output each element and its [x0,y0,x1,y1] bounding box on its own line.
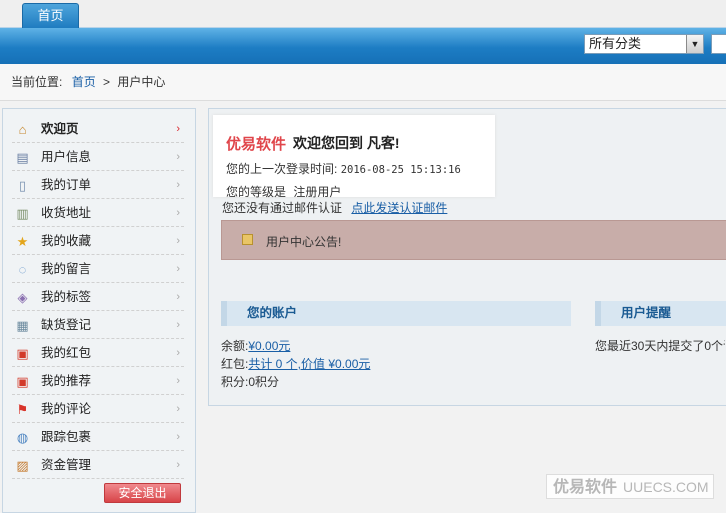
email-note-text: 您还没有通过邮件认证 [222,201,343,215]
chevron-right-icon: › [176,263,180,275]
watermark-domain: UUECS.COM [623,479,709,495]
points-label: 积分: [221,375,249,389]
home-icon: ⌂ [18,122,27,137]
tag-icon: ◈ [17,290,28,305]
sidebar-item-label: 资金管理 [41,458,92,472]
chevron-right-icon: › [176,319,180,331]
watermark-brand: 优易软件 [553,479,618,496]
chevron-right-icon: › [176,403,180,415]
notice-text: 用户中心公告! [266,235,342,249]
flag-icon: ⚑ [16,402,29,417]
sidebar-item-label: 我的红包 [41,346,92,360]
sidebar-item-label: 欢迎页 [41,122,79,136]
notice-box: 用户中心公告! [221,220,726,260]
sidebar-item-welcome[interactable]: ⌂ 欢迎页 › [12,116,184,143]
chevron-right-icon: › [176,179,180,191]
sidebar-item-track-package[interactable]: ◍ 跟踪包裹 › [12,424,184,451]
sidebar-item-label: 我的推荐 [41,374,92,388]
sidebar: ⌂ 欢迎页 › ▤ 用户信息 › ▯ 我的订单 › ▥ 收货地址 › ★ 我的收… [2,108,196,513]
notice-icon [242,234,253,245]
chevron-right-icon: › [176,123,180,135]
send-verification-email-link[interactable]: 点此发送认证邮件 [351,201,447,215]
reminder-text: 您最近30天内提交了0个订单 [595,339,725,353]
sidebar-item-label: 我的标签 [41,290,92,304]
breadcrumb-prefix: 当前位置: [11,75,63,89]
wallet-icon: ▨ [16,458,29,473]
balance-link[interactable]: ¥0.00元 [248,339,290,353]
main-panel: 优易软件 欢迎您回到 凡客! 您的上一次登录时间: 2016-08-25 15:… [208,108,726,406]
red-packet-icon: ▣ [16,346,29,361]
last-login: 您的上一次登录时间: 2016-08-25 15:13:16 [226,160,461,177]
document-icon: ▯ [18,178,27,193]
sidebar-item-recommend[interactable]: ▣ 我的推荐 › [12,368,184,395]
sidebar-item-address[interactable]: ▥ 收货地址 › [12,200,184,227]
package-track-icon: ◍ [16,430,29,445]
sidebar-item-label: 跟踪包裹 [41,430,92,444]
points-value: 0积分 [248,375,280,389]
account-balance: 余额:¥0.00元 [221,337,290,354]
recommend-icon: ▣ [16,374,29,389]
sidebar-item-funds[interactable]: ▨ 资金管理 › [12,452,184,479]
category-select-value: 所有分类 [589,36,642,51]
last-login-time: 2016-08-25 15:13:16 [340,164,461,176]
address-book-icon: ▥ [16,206,29,221]
sidebar-item-label: 我的评论 [41,402,92,416]
star-icon: ★ [16,234,29,249]
sidebar-item-messages[interactable]: ◌ 我的留言 › [12,256,184,283]
chevron-right-icon: › [176,459,180,471]
chevron-right-icon: › [176,151,180,163]
brand-name: 优易软件 [226,136,287,153]
logout-button[interactable]: 安全退出 [104,483,181,503]
chevron-right-icon: › [176,207,180,219]
chevron-right-icon: › [176,431,180,443]
user-level-value: 注册用户 [293,185,342,199]
chevron-right-icon: › [176,347,180,359]
chevron-right-icon: › [176,375,180,387]
balance-label: 余额: [221,339,249,353]
sidebar-item-label: 收货地址 [41,206,92,220]
search-input[interactable] [711,34,726,54]
chevron-right-icon: › [176,291,180,303]
tab-strip: 首页 [0,0,726,28]
welcome-box: 优易软件 欢迎您回到 凡客! 您的上一次登录时间: 2016-08-25 15:… [213,115,495,200]
clipboard-icon: ▦ [16,318,29,333]
breadcrumb-separator: > [103,75,111,89]
sidebar-item-red-packets[interactable]: ▣ 我的红包 › [12,340,184,367]
breadcrumb-home-link[interactable]: 首页 [72,75,96,89]
sidebar-item-label: 我的收藏 [41,234,92,248]
account-bonus: 红包:共计 0 个,价值 ¥0.00元 [221,355,370,372]
id-card-icon: ▤ [16,150,29,165]
category-select[interactable]: 所有分类 ▼ [584,34,704,54]
last-login-label: 您的上一次登录时间: [226,162,338,176]
welcome-greeting: 欢迎您回到 凡客! [293,135,400,151]
sidebar-item-reviews[interactable]: ⚑ 我的评论 › [12,396,184,423]
reminder-section-title: 用户提醒 [595,301,726,326]
sidebar-item-label: 缺货登记 [41,318,92,332]
sidebar-item-user-info[interactable]: ▤ 用户信息 › [12,144,184,171]
watermark: 优易软件 UUECS.COM [546,474,714,499]
user-level: 您的等级是 注册用户 [226,183,341,200]
tab-home[interactable]: 首页 [22,3,79,28]
sidebar-item-label: 用户信息 [41,150,92,164]
chevron-down-icon[interactable]: ▼ [686,35,703,53]
user-level-label: 您的等级是 [226,185,287,199]
sidebar-item-label: 我的留言 [41,262,92,276]
sidebar-item-orders[interactable]: ▯ 我的订单 › [12,172,184,199]
speech-bubble-icon: ◌ [18,262,27,277]
breadcrumb-current: 用户中心 [117,75,166,89]
account-section-title: 您的账户 [221,301,571,326]
breadcrumb: 当前位置: 首页 > 用户中心 [0,64,726,101]
sidebar-item-favorites[interactable]: ★ 我的收藏 › [12,228,184,255]
chevron-right-icon: › [176,235,180,247]
email-verification-note: 您还没有通过邮件认证 点此发送认证邮件 [222,199,447,216]
sidebar-item-stock-register[interactable]: ▦ 缺货登记 › [12,312,184,339]
bonus-link[interactable]: 共计 0 个,价值 ¥0.00元 [248,357,370,371]
sidebar-item-label: 我的订单 [41,178,92,192]
account-points: 积分:0积分 [221,373,279,390]
sidebar-item-tags[interactable]: ◈ 我的标签 › [12,284,184,311]
bonus-label: 红包: [221,357,249,371]
